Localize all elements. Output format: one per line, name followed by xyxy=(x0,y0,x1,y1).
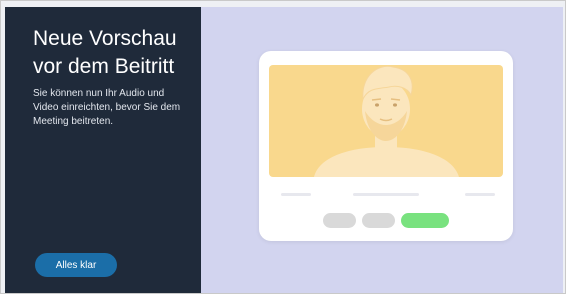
intro-panel: Neue Vorschau vor dem Beitritt Sie könne… xyxy=(5,7,201,293)
join-button xyxy=(401,213,449,228)
dialog-title: Neue Vorschau vor dem Beitritt xyxy=(33,27,177,78)
preview-card-illustration xyxy=(259,51,513,241)
placeholder-line xyxy=(465,193,495,196)
video-toggle-button xyxy=(362,213,395,228)
dialog-description: Sie können nun Ihr Audio und Video einre… xyxy=(33,88,181,127)
got-it-button[interactable]: Alles klar xyxy=(35,253,117,277)
illustration-area xyxy=(201,7,563,293)
dialog-frame: Neue Vorschau vor dem Beitritt Sie könne… xyxy=(0,0,566,294)
placeholder-line xyxy=(353,193,419,196)
person-avatar-icon xyxy=(314,65,459,177)
placeholder-line xyxy=(281,193,311,196)
video-preview xyxy=(269,65,503,177)
audio-toggle-button xyxy=(323,213,356,228)
